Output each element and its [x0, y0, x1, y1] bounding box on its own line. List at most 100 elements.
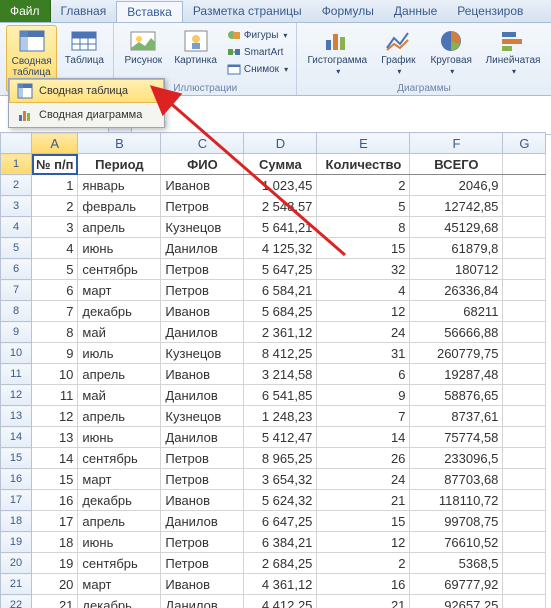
tab-data[interactable]: Данные	[384, 0, 447, 22]
cell[interactable]: 69777,92	[410, 574, 503, 595]
cell[interactable]: 16	[32, 490, 78, 511]
cell[interactable]: Данилов	[161, 595, 244, 608]
cell[interactable]	[503, 196, 546, 217]
cell[interactable]: 233096,5	[410, 448, 503, 469]
row-header-10[interactable]: 10	[1, 343, 32, 364]
cell[interactable]: 6 584,21	[244, 280, 317, 301]
cell[interactable]: Петров	[161, 259, 244, 280]
cell[interactable]: Иванов	[161, 490, 244, 511]
cell[interactable]: 76610,52	[410, 532, 503, 553]
row-header-11[interactable]: 11	[1, 364, 32, 385]
col-header-C[interactable]: C	[161, 133, 244, 154]
cell[interactable]: сентябрь	[78, 448, 161, 469]
header-cell[interactable]: № п/п	[32, 154, 78, 175]
cell[interactable]: 87703,68	[410, 469, 503, 490]
cell[interactable]: 8	[317, 217, 410, 238]
cell[interactable]: 2 548,57	[244, 196, 317, 217]
cell[interactable]: 45129,68	[410, 217, 503, 238]
cell[interactable]: Иванов	[161, 301, 244, 322]
cell[interactable]	[503, 217, 546, 238]
cell[interactable]: март	[78, 574, 161, 595]
cell[interactable]: 12	[317, 301, 410, 322]
cell[interactable]: 61879,8	[410, 238, 503, 259]
row-header-3[interactable]: 3	[1, 196, 32, 217]
header-cell[interactable]: Сумма	[244, 154, 317, 175]
row-header-2[interactable]: 2	[1, 175, 32, 196]
cell[interactable]: 118110,72	[410, 490, 503, 511]
cell[interactable]: 68211	[410, 301, 503, 322]
cell[interactable]: Иванов	[161, 574, 244, 595]
cell[interactable]: 9	[32, 343, 78, 364]
screenshot-button[interactable]: Снимок▾	[225, 61, 290, 77]
cell[interactable]	[503, 448, 546, 469]
cell[interactable]: 19	[32, 553, 78, 574]
col-header-A[interactable]: A	[32, 133, 78, 154]
cell[interactable]: 56666,88	[410, 322, 503, 343]
cell[interactable]: июнь	[78, 238, 161, 259]
menu-item-pivot-chart[interactable]: Сводная диаграмма	[9, 103, 164, 127]
row-header-17[interactable]: 17	[1, 490, 32, 511]
row-header-20[interactable]: 20	[1, 553, 32, 574]
cell[interactable]: 8737,61	[410, 406, 503, 427]
row-header-4[interactable]: 4	[1, 217, 32, 238]
cell[interactable]: 24	[317, 469, 410, 490]
row-header-12[interactable]: 12	[1, 385, 32, 406]
cell[interactable]: 21	[32, 595, 78, 608]
cell[interactable]: 2	[317, 175, 410, 196]
cell[interactable]	[503, 490, 546, 511]
cell[interactable]: 5 624,32	[244, 490, 317, 511]
cell[interactable]: 2 361,12	[244, 322, 317, 343]
picture-button[interactable]: Рисунок	[120, 25, 166, 82]
row-header-8[interactable]: 8	[1, 301, 32, 322]
header-cell[interactable]: Количество	[317, 154, 410, 175]
cell[interactable]: 5 684,25	[244, 301, 317, 322]
cell[interactable]	[503, 301, 546, 322]
cell[interactable]: 58876,65	[410, 385, 503, 406]
row-header-13[interactable]: 13	[1, 406, 32, 427]
cell[interactable]	[503, 175, 546, 196]
cell[interactable]: Данилов	[161, 427, 244, 448]
cell[interactable]: Кузнецов	[161, 343, 244, 364]
cell[interactable]: 12	[32, 406, 78, 427]
cell[interactable]: 12742,85	[410, 196, 503, 217]
cell[interactable]: 14	[317, 427, 410, 448]
cell[interactable]: 18	[32, 532, 78, 553]
cell[interactable]: 1	[32, 175, 78, 196]
cell[interactable]: июнь	[78, 532, 161, 553]
cell[interactable]: 8 412,25	[244, 343, 317, 364]
row-header-15[interactable]: 15	[1, 448, 32, 469]
cell[interactable]: 17	[32, 511, 78, 532]
cell[interactable]: 5	[317, 196, 410, 217]
cell[interactable]: 31	[317, 343, 410, 364]
cell[interactable]: июль	[78, 343, 161, 364]
cell[interactable]	[503, 406, 546, 427]
cell[interactable]: Петров	[161, 448, 244, 469]
tab-pagelayout[interactable]: Разметка страницы	[183, 0, 312, 22]
cell[interactable]: Данилов	[161, 322, 244, 343]
line-chart-button[interactable]: График▾	[375, 25, 421, 82]
cell[interactable]: 6 541,85	[244, 385, 317, 406]
cell[interactable]: 3 654,32	[244, 469, 317, 490]
cell[interactable]: 260779,75	[410, 343, 503, 364]
row-header-16[interactable]: 16	[1, 469, 32, 490]
cell[interactable]	[503, 280, 546, 301]
col-header-G[interactable]: G	[503, 133, 546, 154]
row-header-9[interactable]: 9	[1, 322, 32, 343]
header-cell[interactable]: Период	[78, 154, 161, 175]
cell[interactable]: 4 412,25	[244, 595, 317, 608]
cell[interactable]: 26	[317, 448, 410, 469]
formula-input[interactable]: № п/п	[132, 114, 551, 134]
cell[interactable]: 4 361,12	[244, 574, 317, 595]
cell[interactable]	[503, 322, 546, 343]
spreadsheet-grid[interactable]: ABCDEFG1№ п/пПериодФИОСуммаКоличествоВСЕ…	[0, 132, 551, 608]
cell[interactable]: 1 248,23	[244, 406, 317, 427]
cell[interactable]: Иванов	[161, 175, 244, 196]
cell[interactable]: апрель	[78, 217, 161, 238]
cell[interactable]: 19287,48	[410, 364, 503, 385]
cell[interactable]: Кузнецов	[161, 217, 244, 238]
menu-item-pivot-table[interactable]: Сводная таблица	[9, 79, 164, 103]
cell[interactable]: 2	[32, 196, 78, 217]
file-menu[interactable]: Файл	[0, 0, 51, 22]
cell[interactable]: сентябрь	[78, 259, 161, 280]
pie-chart-button[interactable]: Круговая▾	[425, 25, 477, 82]
